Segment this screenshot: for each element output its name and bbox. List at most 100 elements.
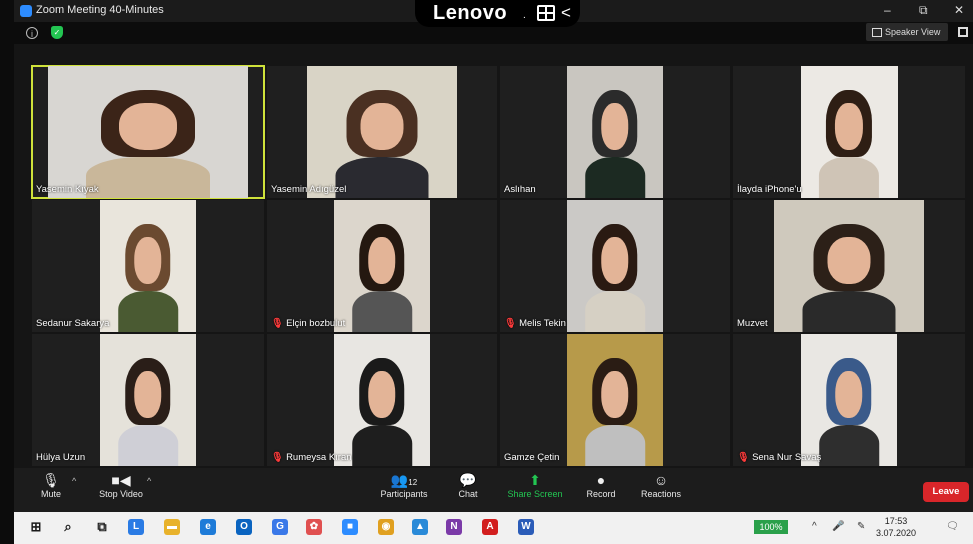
reactions-button[interactable]: ☺ Reactions (626, 471, 696, 499)
outlook-icon[interactable]: O (236, 519, 252, 535)
google-icon[interactable]: G (272, 519, 288, 535)
participant-name-text: Melis Tekin (519, 318, 566, 329)
participant-figure (585, 89, 645, 198)
participant-figure (118, 357, 178, 466)
participant-tile[interactable]: 🎙 Sena Nur Savaş (733, 334, 965, 466)
info-icon[interactable]: i (26, 27, 38, 39)
participant-video (334, 200, 430, 332)
participant-name-text: Yasemin Kıyak (36, 184, 99, 195)
participant-figure (86, 89, 210, 198)
video-camera-icon: ■◀ (111, 472, 131, 488)
leave-button[interactable]: Leave (923, 482, 969, 502)
clock-time: 17:53 (884, 516, 908, 526)
participants-count: 12 (408, 478, 418, 487)
participants-label: Participants (380, 489, 428, 499)
share-screen-icon: ⬆ (529, 472, 541, 488)
encryption-shield-icon[interactable]: ✓ (51, 26, 63, 39)
close-button[interactable]: ✕ (954, 3, 964, 17)
participant-tile[interactable]: Yasemin Adıgüzel (267, 66, 497, 198)
participant-tile[interactable]: Aslıhan (500, 66, 730, 198)
participant-name: 🎙 Rumeysa Kıran (271, 452, 352, 463)
acrobat-icon[interactable]: A (482, 519, 498, 535)
participant-video (567, 66, 663, 198)
participant-video (100, 200, 196, 332)
participant-name-text: İlayda iPhone'u (737, 184, 802, 195)
participant-tile[interactable]: 🎙 Elçin bozbulut (267, 200, 497, 332)
speaker-view-button[interactable]: Speaker View (866, 23, 948, 41)
participant-tile[interactable]: 🎙 Melis Tekin (500, 200, 730, 332)
share-screen-button[interactable]: ⬆ Share Screen (500, 471, 570, 499)
participant-tile[interactable]: Hülya Uzun (32, 334, 264, 466)
grid-icon[interactable] (537, 5, 555, 21)
participants-button[interactable]: 👥12 Participants (369, 471, 439, 499)
participant-tile[interactable]: Muzvet (733, 200, 965, 332)
participant-tile[interactable]: Yasemin Kıyak (31, 65, 265, 199)
participant-video (48, 66, 248, 198)
file-explorer-icon[interactable]: ▬ (164, 519, 180, 535)
battery-indicator[interactable]: 100% (754, 520, 788, 534)
app-l-icon[interactable]: L (128, 519, 144, 535)
windows-taskbar: 100% ^ 🎤 ✎ 17:53 3.07.2020 🗨 ⊞ ⌕ ⧉ L ▬ e O G ✿ ■ ◉… (14, 512, 973, 544)
muted-mic-icon: 🎙 (271, 318, 284, 329)
restore-button[interactable]: ⧉ (919, 3, 928, 18)
onenote-icon[interactable]: N (446, 519, 462, 535)
participant-video (567, 200, 663, 332)
participant-name: Muzvet (737, 318, 768, 329)
edge-icon[interactable]: e (200, 519, 216, 535)
participant-figure (585, 223, 645, 332)
tray-mic-icon[interactable]: 🎤 (832, 521, 844, 532)
tray-chevron-icon[interactable]: ^ (812, 521, 817, 532)
participant-video (774, 200, 924, 332)
participant-name: Sedanur Sakarya (36, 318, 109, 329)
participant-figure (802, 223, 896, 332)
participant-name: İlayda iPhone'u (737, 184, 802, 195)
back-arrow-icon[interactable]: < (561, 3, 571, 23)
participant-tile[interactable]: Sedanur Sakarya (32, 200, 264, 332)
participant-name: Yasemin Adıgüzel (271, 184, 346, 195)
chat-icon: 💬 (459, 472, 477, 488)
participant-video (800, 66, 898, 198)
word-icon[interactable]: W (518, 519, 534, 535)
taskbar-clock[interactable]: 17:53 3.07.2020 (876, 515, 916, 539)
zoom-icon[interactable]: ■ (342, 519, 358, 535)
clock-date: 3.07.2020 (876, 528, 917, 538)
share-screen-label: Share Screen (507, 489, 563, 499)
participant-name: 🎙 Elçin bozbulut (271, 318, 345, 329)
participant-name-text: Gamze Çetin (504, 452, 560, 463)
participant-tile[interactable]: İlayda iPhone'u (733, 66, 965, 198)
participant-tile[interactable]: Gamze Çetin (500, 334, 730, 466)
muted-mic-icon: 🎙 (737, 452, 750, 463)
notification-icon[interactable]: 🗨 (946, 521, 959, 532)
reactions-icon: ☺ (653, 472, 669, 488)
participant-name: 🎙 Sena Nur Savaş (737, 452, 821, 463)
search-icon[interactable]: ⌕ (60, 519, 76, 535)
windows-start-icon[interactable]: ⊞ (28, 519, 44, 535)
participant-video (801, 334, 897, 466)
audio-options-caret-icon[interactable]: ^ (72, 476, 76, 486)
participant-name-text: Rumeysa Kıran (286, 452, 352, 463)
video-gallery: Yasemin Kıyak Yasemin Adıgüzel Aslıhan İlay… (14, 44, 973, 468)
participants-icon: 👥 (390, 472, 409, 488)
stop-video-button[interactable]: ■◀ Stop Video (86, 471, 156, 499)
participant-figure (352, 223, 412, 332)
mute-label: Mute (40, 489, 61, 499)
participant-tile[interactable]: 🎙 Rumeysa Kıran (267, 334, 497, 466)
app-red-icon[interactable]: ✿ (306, 519, 322, 535)
participant-name-text: Muzvet (737, 318, 768, 329)
fullscreen-icon[interactable] (958, 27, 968, 37)
chat-button[interactable]: 💬 Chat (433, 471, 503, 499)
participant-video (100, 334, 196, 466)
participant-figure (819, 357, 879, 466)
video-options-caret-icon[interactable]: ^ (147, 476, 151, 486)
chrome-icon[interactable]: ◉ (378, 519, 394, 535)
minimize-button[interactable]: ‒ (884, 3, 891, 17)
participant-name: Hülya Uzun (36, 452, 85, 463)
task-view-icon[interactable]: ⧉ (94, 519, 110, 535)
participant-figure (118, 223, 178, 332)
muted-mic-icon: 🎙 (504, 318, 517, 329)
muted-mic-icon: 🎙 (271, 452, 284, 463)
speaker-view-label: Speaker View (885, 27, 941, 37)
tray-pen-icon[interactable]: ✎ (857, 521, 865, 532)
speaker-view-icon (872, 28, 882, 38)
app-blue-icon[interactable]: ▲ (412, 519, 428, 535)
